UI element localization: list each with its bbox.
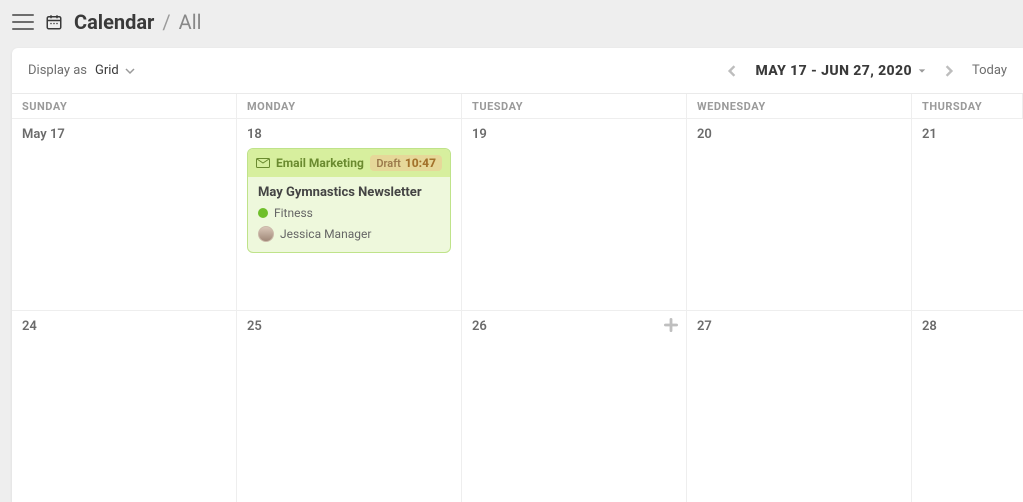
date-label: 21 [922,127,1013,142]
day-header-thursday: THURSDAY [912,94,1023,118]
display-as-label: Display as [28,63,87,78]
day-header-sunday: SUNDAY [12,94,237,118]
date-label: 19 [472,127,676,142]
date-range-label: MAY 17 - JUN 27, 2020 [755,63,912,79]
day-cell[interactable]: 20 [687,118,912,310]
menu-icon[interactable] [12,14,34,30]
event-tag-label: Fitness [274,206,313,220]
event-tag: Fitness [258,206,440,220]
add-event-button[interactable] [664,317,678,336]
day-cell[interactable]: 26 [462,310,687,502]
day-cell[interactable]: 27 [687,310,912,502]
day-cell[interactable]: 24 [12,310,237,502]
caret-down-icon [918,67,926,75]
plus-icon [664,318,678,332]
event-title: May Gymnastics Newsletter [258,185,440,200]
breadcrumb: Calendar / All [74,10,201,34]
toolbar: Display as Grid MAY 17 - JUN 27, 2020 To… [12,48,1023,94]
day-header-wednesday: WEDNESDAY [687,94,912,118]
calendar-grid: SUNDAY MONDAY TUESDAY WEDNESDAY THURSDAY… [12,94,1023,502]
breadcrumb-filter[interactable]: All [179,10,202,34]
calendar-card: Display as Grid MAY 17 - JUN 27, 2020 To… [12,48,1023,502]
breadcrumb-separator: / [162,10,170,34]
chevron-left-icon [726,65,738,77]
date-label: 18 [247,127,451,142]
day-cell[interactable]: 19 [462,118,687,310]
event-assignee-name: Jessica Manager [280,227,371,241]
email-icon [256,158,270,168]
date-label: 27 [697,319,901,334]
calendar-icon [44,12,64,32]
date-label: May 17 [22,127,226,142]
tag-dot-icon [258,208,268,218]
event-type-label: Email Marketing [276,156,364,170]
chevron-right-icon [943,65,955,77]
display-as-select[interactable]: Grid [95,63,135,78]
event-status: Draft [376,157,400,170]
day-cell[interactable]: 25 [237,310,462,502]
avatar [258,226,274,242]
next-button[interactable] [940,62,958,80]
day-cell[interactable]: 28 [912,310,1023,502]
day-header-tuesday: TUESDAY [462,94,687,118]
date-label: 24 [22,319,226,334]
event-time: 10:47 [405,156,436,170]
date-label: 26 [472,319,676,334]
day-cell[interactable]: 18 Email Marketing Draft 10:47 [237,118,462,310]
date-label: 25 [247,319,451,334]
page-title[interactable]: Calendar [74,10,154,34]
event-header: Email Marketing Draft 10:47 [248,149,450,177]
date-label: 20 [697,127,901,142]
prev-button[interactable] [723,62,741,80]
day-cell[interactable]: 21 [912,118,1023,310]
today-button[interactable]: Today [972,63,1007,78]
event-assignee: Jessica Manager [258,226,440,242]
day-cell[interactable]: May 17 [12,118,237,310]
day-header-monday: MONDAY [237,94,462,118]
chevron-down-icon [125,66,135,76]
date-range-picker[interactable]: MAY 17 - JUN 27, 2020 [755,63,926,79]
event-card[interactable]: Email Marketing Draft 10:47 May Gymnasti… [247,148,451,253]
event-status-pill: Draft 10:47 [370,155,442,171]
date-label: 28 [922,319,1013,334]
display-as-value: Grid [95,63,119,78]
